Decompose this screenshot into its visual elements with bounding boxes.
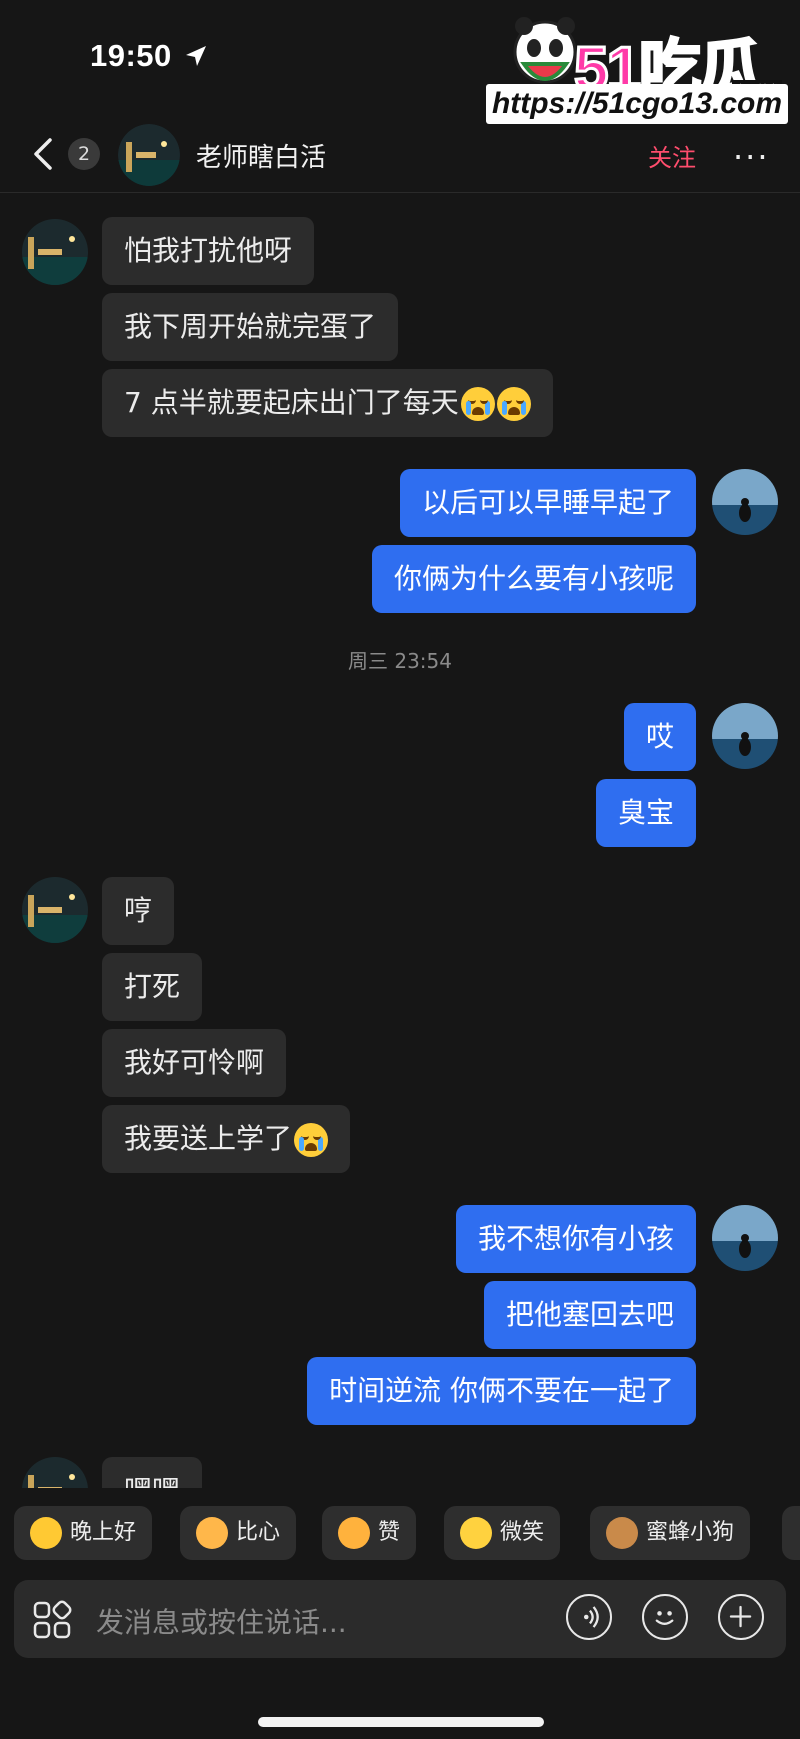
apps-grid-icon[interactable] [32,1600,72,1640]
message-text: 我下周开始就完蛋了 [124,310,377,343]
home-indicator [258,1717,544,1727]
message-bubble-incoming[interactable]: 我要送上学了 [102,1105,351,1173]
message-bubble-outgoing[interactable]: 以后可以早睡早起了 [399,469,696,537]
mascot-logo-icon [513,17,577,84]
message-text: 我要送上学了 [124,1122,293,1155]
contact-avatar[interactable] [22,1457,88,1488]
chat-title: 老师瞎白活 [196,143,327,173]
loudly-crying-emoji [460,387,495,421]
thumbs-up-icon [338,1517,370,1549]
quick-reply-chip[interactable]: 微笑 [444,1506,561,1560]
quick-reply-label: 赞 [378,1520,401,1545]
quick-reply-chip[interactable]: 蜜蜂小狗 [590,1506,751,1560]
message-bubble-outgoing[interactable]: 把他塞回去吧 [483,1281,696,1349]
emoji-picker-icon[interactable] [642,1594,688,1640]
message-text: 哎 [645,720,674,753]
message-bubble-incoming[interactable]: 我下周开始就完蛋了 [102,293,399,361]
message-bubble-outgoing[interactable]: 哎 [623,703,696,771]
loudly-crying-emoji [294,1123,329,1157]
message-text: 我不想你有小孩 [477,1222,674,1255]
message-bubble-incoming[interactable]: 7 点半就要起床出门了每天 [102,369,553,437]
back-arrow-icon[interactable] [28,134,60,174]
message-bubble-incoming[interactable]: 嘿嘿 [102,1457,203,1488]
message-list[interactable]: 怕我打扰他呀 我下周开始就完蛋了 7 点半就要起床出门了每天 以后可以早睡早起了… [0,193,800,1488]
message-text: 把他塞回去吧 [505,1298,674,1331]
message-text: 臭宝 [617,796,674,829]
follow-button[interactable]: 关注 [648,138,696,173]
chat-header: 2 老师瞎白活 关注 ··· [0,118,800,192]
smile-icon [460,1517,492,1549]
quick-reply-bar: 晚上好 比心 赞 微笑 蜜蜂小狗 [0,1506,800,1562]
contact-avatar[interactable] [22,219,88,285]
message-bubble-outgoing[interactable]: 我不想你有小孩 [455,1205,696,1273]
finger-heart-icon [196,1517,228,1549]
contact-avatar[interactable] [118,124,180,186]
quick-reply-chip[interactable]: 比心 [180,1506,297,1560]
unread-badge: 2 [68,138,100,170]
message-text: 7 点半就要起床出门了每天 [124,386,459,419]
quick-reply-chip[interactable]: 赞 [322,1506,417,1560]
message-text: 时间逆流 你俩不要在一起了 [329,1374,674,1407]
message-text: 哼 [124,894,153,927]
message-bubble-outgoing[interactable]: 臭宝 [595,779,696,847]
my-avatar[interactable] [712,469,778,535]
contact-avatar[interactable] [22,877,88,943]
bee-dog-icon [606,1517,638,1549]
message-bubble-incoming[interactable]: 哼 [102,877,175,945]
quick-reply-chip-partial[interactable] [782,1506,800,1560]
location-arrow-icon [186,46,206,66]
quick-reply-label: 晚上好 [70,1520,137,1545]
my-avatar[interactable] [712,703,778,769]
message-bubble-incoming[interactable]: 我好可怜啊 [102,1029,287,1097]
quick-reply-label: 微笑 [500,1520,545,1545]
message-text: 嘿嘿 [124,1474,180,1488]
message-text: 我好可怜啊 [124,1046,265,1079]
quick-reply-label: 蜜蜂小狗 [646,1520,735,1545]
quick-reply-label: 比心 [236,1520,281,1545]
message-input-bar: 发消息或按住说话... [14,1580,786,1658]
message-text: 你俩为什么要有小孩呢 [393,562,674,595]
voice-input-icon[interactable] [566,1594,612,1640]
watermark: 51吃瓜 全网首发 https://51cgo13.com [486,12,790,124]
message-bubble-incoming[interactable]: 打死 [102,953,203,1021]
status-time: 19:50 [90,38,172,73]
message-input[interactable]: 发消息或按住说话... [96,1601,347,1641]
quick-reply-chip[interactable]: 晚上好 [14,1506,153,1560]
message-bubble-outgoing[interactable]: 你俩为什么要有小孩呢 [371,545,696,613]
timestamp: 周三 23:54 [348,649,452,673]
my-avatar[interactable] [712,1205,778,1271]
message-text: 打死 [124,970,181,1003]
more-options-icon[interactable]: ··· [733,138,770,176]
add-attachment-icon[interactable] [718,1594,764,1640]
message-text: 以后可以早睡早起了 [421,486,674,519]
star-face-icon [30,1517,62,1549]
loudly-crying-emoji [496,387,531,421]
message-bubble-outgoing[interactable]: 时间逆流 你俩不要在一起了 [307,1357,696,1425]
message-text: 怕我打扰他呀 [124,234,293,267]
message-bubble-incoming[interactable]: 怕我打扰他呀 [102,217,315,285]
